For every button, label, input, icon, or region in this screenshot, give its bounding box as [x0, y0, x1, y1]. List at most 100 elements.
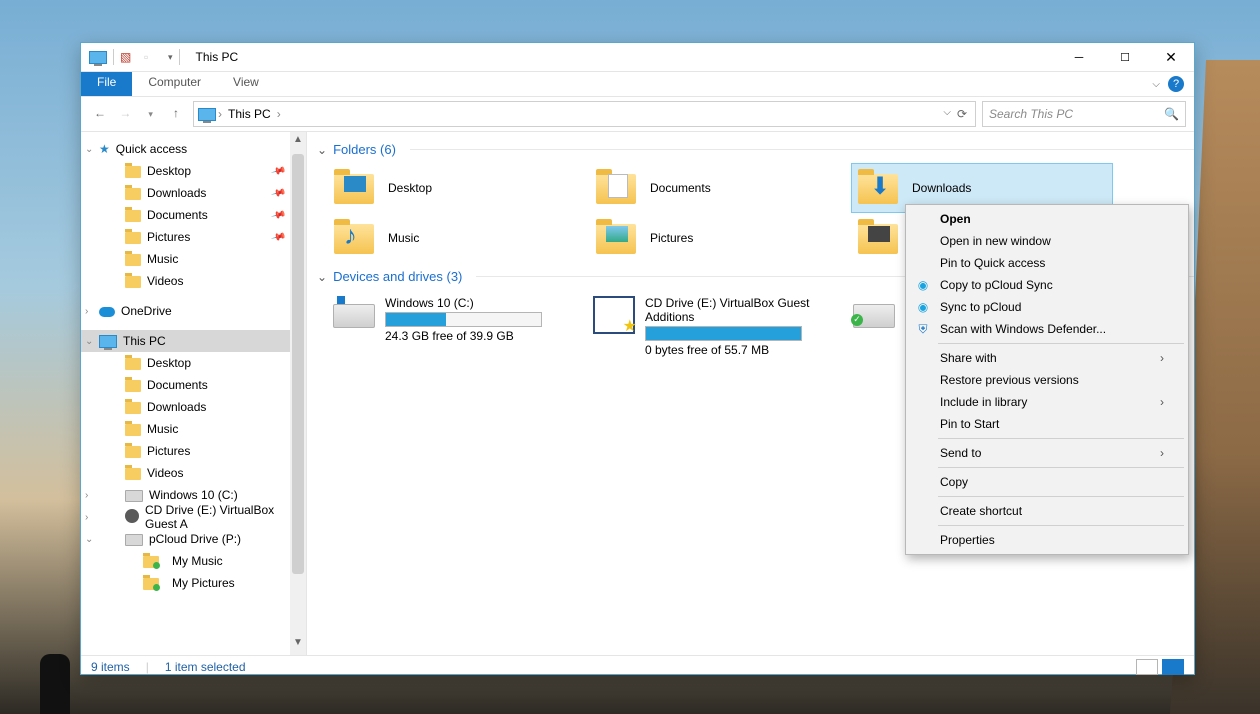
- nav-item[interactable]: Downloads: [81, 396, 306, 418]
- address-dropdown-icon[interactable]: ⌵: [943, 107, 951, 121]
- folder-tile[interactable]: ♪ Music: [327, 213, 589, 263]
- drive-subtext: 24.3 GB free of 39.9 GB: [385, 329, 542, 343]
- nav-quick-access[interactable]: ⌄ ★ Quick access: [81, 138, 306, 160]
- ribbon-tab-computer[interactable]: Computer: [132, 72, 217, 96]
- context-item-label: Pin to Quick access: [940, 256, 1045, 270]
- nav-item-label: Windows 10 (C:): [149, 488, 238, 502]
- chevron-right-icon[interactable]: ›: [216, 107, 224, 121]
- ribbon-tab-view[interactable]: View: [217, 72, 275, 96]
- nav-onedrive[interactable]: › OneDrive: [81, 300, 306, 322]
- nav-item[interactable]: Downloads 📌: [81, 182, 306, 204]
- context-item[interactable]: Restore previous versions: [908, 369, 1186, 391]
- scroll-up-icon[interactable]: ▲: [290, 134, 306, 150]
- folder-tile[interactable]: Documents: [589, 163, 851, 213]
- nav-item[interactable]: Desktop: [81, 352, 306, 374]
- context-item[interactable]: Include in library›: [908, 391, 1186, 413]
- tile-label: Documents: [650, 180, 711, 196]
- scroll-down-icon[interactable]: ▼: [290, 637, 306, 653]
- chevron-right-icon[interactable]: ›: [275, 107, 283, 121]
- view-tiles-button[interactable]: [1162, 659, 1184, 675]
- folder-tile[interactable]: Desktop: [327, 163, 589, 213]
- nav-item-label: Videos: [147, 274, 183, 288]
- chevron-down-icon[interactable]: ⌄: [85, 144, 93, 155]
- view-details-button[interactable]: [1136, 659, 1158, 675]
- nav-item[interactable]: Documents: [81, 374, 306, 396]
- nav-this-pc[interactable]: ⌄ This PC: [81, 330, 306, 352]
- context-menu[interactable]: OpenOpen in new window Pin to Quick acces…: [905, 204, 1189, 555]
- properties-icon[interactable]: ▧: [120, 50, 138, 64]
- drive-subtext: 0 bytes free of 55.7 MB: [645, 343, 841, 357]
- chevron-down-icon[interactable]: ⌄: [317, 143, 327, 157]
- minimize-button[interactable]: ─: [1056, 43, 1102, 71]
- qat-separator: [113, 49, 114, 65]
- nav-item[interactable]: Pictures 📌: [81, 226, 306, 248]
- context-item[interactable]: Open in new window: [908, 230, 1186, 252]
- context-item[interactable]: Pin to Quick access: [908, 252, 1186, 274]
- ribbon-file-tab[interactable]: File: [81, 72, 132, 96]
- ribbon-collapse-icon[interactable]: ⌵: [1152, 79, 1160, 90]
- nav-item[interactable]: Pictures: [81, 440, 306, 462]
- context-item-label: Pin to Start: [940, 417, 999, 431]
- address-bar[interactable]: › This PC › ⌵ ⟳: [193, 101, 976, 127]
- folder-icon: ⬇: [858, 170, 900, 206]
- up-button[interactable]: ↑: [165, 102, 187, 124]
- search-box[interactable]: Search This PC 🔍: [982, 101, 1186, 127]
- folder-tile[interactable]: Pictures: [589, 213, 851, 263]
- nav-bar: ← → ▾ ↑ › This PC › ⌵ ⟳ Search This PC 🔍: [81, 97, 1194, 132]
- context-item[interactable]: Copy: [908, 471, 1186, 493]
- recent-dropdown-icon[interactable]: ▾: [140, 104, 162, 126]
- search-icon[interactable]: 🔍: [1164, 107, 1179, 121]
- close-button[interactable]: ✕: [1148, 43, 1194, 71]
- nav-item-label: My Music: [172, 554, 223, 568]
- drive-tile[interactable]: Windows 10 (C:) 24.3 GB free of 39.9 GB: [327, 290, 587, 363]
- chevron-right-icon[interactable]: ⌄: [85, 534, 93, 545]
- drive-icon: [125, 532, 143, 546]
- chevron-right-icon[interactable]: ›: [85, 490, 88, 501]
- nav-item[interactable]: Documents 📌: [81, 204, 306, 226]
- nav-item[interactable]: Music: [81, 418, 306, 440]
- group-header-folders[interactable]: ⌄ Folders (6): [307, 136, 1194, 163]
- nav-item[interactable]: My Pictures: [81, 572, 306, 594]
- context-item-label: Create shortcut: [940, 504, 1022, 518]
- chevron-down-icon[interactable]: ⌄: [85, 336, 93, 347]
- nav-item[interactable]: ⌄ pCloud Drive (P:): [81, 528, 306, 550]
- nav-item[interactable]: Videos: [81, 270, 306, 292]
- nav-item[interactable]: › CD Drive (E:) VirtualBox Guest A: [81, 506, 306, 528]
- chevron-right-icon[interactable]: ›: [85, 512, 88, 523]
- scroll-thumb[interactable]: [292, 154, 304, 574]
- tile-label: Downloads: [912, 180, 971, 196]
- back-button[interactable]: ←: [89, 102, 111, 124]
- context-separator: [938, 525, 1184, 526]
- chevron-down-icon[interactable]: ⌄: [317, 270, 327, 284]
- nav-scrollbar[interactable]: ▲ ▼: [290, 132, 306, 655]
- qat-divider: [179, 49, 180, 65]
- nav-item-label: Music: [147, 252, 178, 266]
- context-item[interactable]: Send to›: [908, 442, 1186, 464]
- window-title: This PC: [188, 50, 239, 64]
- maximize-button[interactable]: ☐: [1102, 43, 1148, 71]
- chevron-right-icon: ›: [1160, 446, 1164, 460]
- forward-button[interactable]: →: [114, 102, 136, 124]
- breadcrumb[interactable]: This PC: [224, 107, 275, 121]
- qat-dropdown-icon[interactable]: ▾: [168, 52, 173, 63]
- nav-item[interactable]: Music: [81, 248, 306, 270]
- context-item[interactable]: Share with›: [908, 347, 1186, 369]
- help-icon[interactable]: ?: [1168, 76, 1184, 92]
- drive-tile[interactable]: ★ CD Drive (E:) VirtualBox Guest Additio…: [587, 290, 847, 363]
- chevron-right-icon[interactable]: ›: [85, 306, 88, 317]
- context-item[interactable]: ◉Sync to pCloud: [908, 296, 1186, 318]
- context-item[interactable]: Create shortcut: [908, 500, 1186, 522]
- drive-icon: [125, 356, 141, 370]
- nav-item[interactable]: Desktop 📌: [81, 160, 306, 182]
- nav-item[interactable]: My Music: [81, 550, 306, 572]
- context-item[interactable]: Open: [908, 208, 1186, 230]
- refresh-icon[interactable]: ⟳: [957, 107, 967, 121]
- folder-icon: [125, 274, 141, 288]
- pin-icon: 📌: [270, 229, 286, 245]
- nav-item[interactable]: Videos: [81, 462, 306, 484]
- context-item[interactable]: ⛨Scan with Windows Defender...: [908, 318, 1186, 340]
- nav-item-label: Pictures: [147, 444, 190, 458]
- context-item[interactable]: ◉Copy to pCloud Sync: [908, 274, 1186, 296]
- context-item[interactable]: Properties: [908, 529, 1186, 551]
- context-item[interactable]: Pin to Start: [908, 413, 1186, 435]
